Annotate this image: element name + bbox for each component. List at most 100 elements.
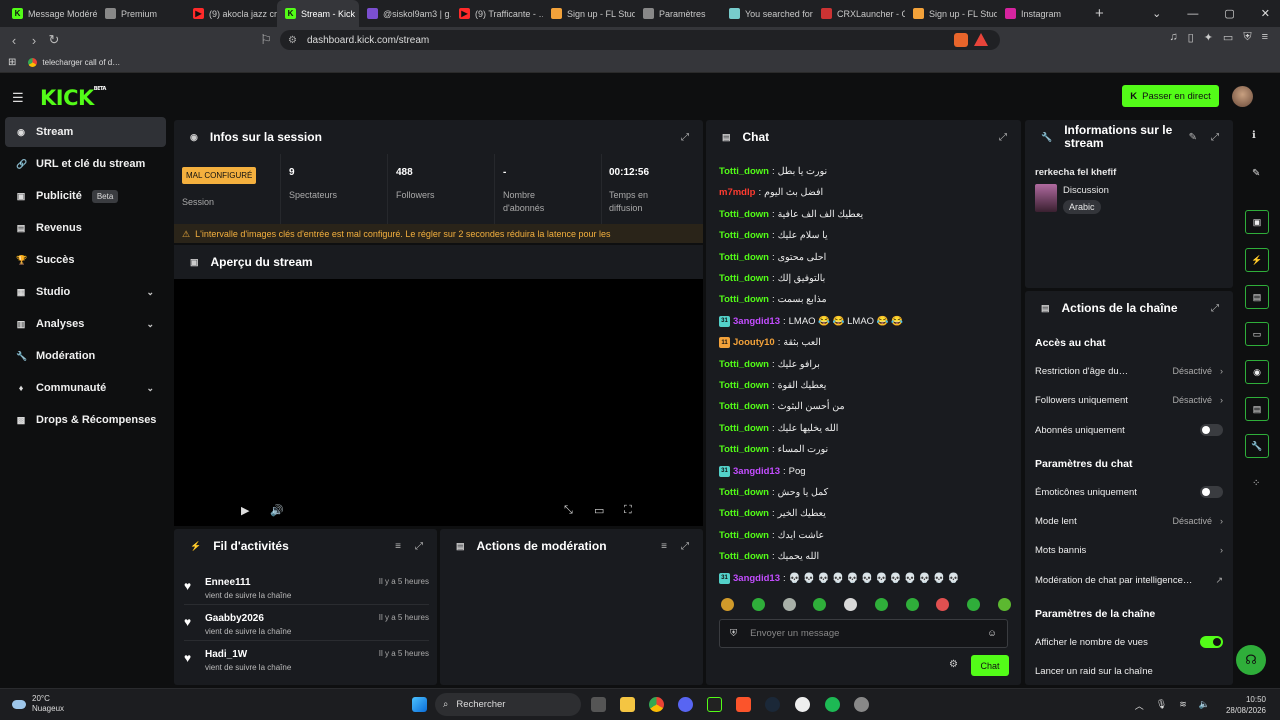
reload-icon[interactable]: ↻ (44, 32, 64, 48)
sidebar-item-analyses[interactable]: ▥ Analyses ⌄ (5, 309, 166, 339)
kick-logo[interactable]: KICKBETA (40, 86, 106, 110)
popout-icon[interactable]: ⤢ (681, 132, 689, 143)
filter-icon[interactable]: ≡ (395, 541, 401, 552)
apps-icon[interactable]: ⊞ (8, 57, 16, 68)
sidebar-item-revenus[interactable]: ▤ Revenus (5, 213, 166, 243)
emote-icon[interactable] (967, 598, 981, 611)
ai-moderation-row[interactable]: Modération de chat par intelligence… ↗ (1035, 570, 1223, 590)
popout-icon[interactable]: ⤢ (999, 132, 1007, 143)
chat-message[interactable]: Totti_down: بالتوفيق إلك (719, 273, 825, 284)
wallet-icon[interactable]: ▭ (1223, 31, 1233, 44)
popout-icon[interactable]: ⤢ (1211, 303, 1219, 314)
popout-icon[interactable]: ⤢ (681, 541, 689, 552)
rail-preview-button[interactable]: ▣ (1245, 210, 1269, 234)
maximize-icon[interactable]: ▢ (1224, 7, 1234, 20)
chat-message[interactable]: Totti_down: يعطيك الخير (719, 508, 826, 519)
forward-icon[interactable]: › (24, 33, 44, 48)
file-explorer-icon[interactable] (620, 697, 635, 712)
browser-tab[interactable]: Instagram (997, 0, 1087, 27)
chevron-up-icon[interactable]: ︿ (1135, 699, 1144, 712)
brave-icon[interactable] (736, 697, 751, 712)
emote-icon[interactable] (751, 598, 765, 611)
edit-icon[interactable]: ✎ (1189, 132, 1197, 143)
go-live-button[interactable]: K Passer en direct (1122, 85, 1219, 107)
minimize-icon[interactable]: — (1187, 8, 1198, 20)
chat-message[interactable]: Totti_down: كمل يا وحش (719, 487, 828, 498)
rail-moderation-button[interactable]: ▤ (1245, 285, 1269, 309)
play-icon[interactable]: ▶ (241, 504, 249, 517)
sidebar-icon[interactable]: ▯ (1188, 31, 1194, 44)
chat-message[interactable]: 31 3angdid13: 💀 💀 💀 💀 💀 💀 💀 💀 💀 💀 💀 💀 (719, 572, 960, 584)
theater-icon[interactable]: ▭ (594, 504, 604, 517)
chat-username[interactable]: 3angdid13 (733, 466, 780, 477)
back-icon[interactable]: ‹ (4, 33, 24, 48)
speaker-icon[interactable]: 🔈 (1199, 699, 1210, 712)
layout-icon[interactable]: ⁘ (1252, 478, 1260, 489)
popout-icon[interactable]: ⤢ (415, 541, 423, 552)
chat-username[interactable]: Totti_down (719, 487, 769, 498)
emote-icon[interactable] (997, 598, 1011, 611)
chat-username[interactable]: Totti_down (719, 209, 769, 220)
chat-message[interactable]: m7mdlp: افضل بث اليوم (719, 187, 823, 198)
rail-info-button[interactable]: 🔧 (1245, 434, 1269, 458)
app-icon[interactable] (795, 697, 810, 712)
nvidia-icon[interactable] (707, 697, 722, 712)
browser-tab[interactable]: ▶ (9) akocla jazz cr… (185, 0, 277, 27)
chat-username[interactable]: 3angdid13 (733, 573, 780, 584)
rail-chat-button[interactable]: ▭ (1245, 322, 1269, 346)
steam-icon[interactable] (765, 697, 780, 712)
browser-tab[interactable]: CRXLauncher - C… (813, 0, 905, 27)
age-restriction-row[interactable]: Restriction d'âge du… Désactivé › (1035, 361, 1223, 381)
chat-username[interactable]: Totti_down (719, 230, 769, 241)
chat-message[interactable]: 31 3angdid13: Pog (719, 465, 806, 477)
emote-icon[interactable] (844, 598, 858, 611)
emote-icon[interactable] (813, 598, 827, 611)
browser-tab[interactable]: ▶ (9) Trafficante - … (451, 0, 543, 27)
emote-icon[interactable] (782, 598, 796, 611)
bookmark-icon[interactable]: ⚐ (256, 32, 276, 48)
vpn-icon[interactable]: ⛨ (1243, 31, 1251, 44)
raid-row[interactable]: Lancer un raid sur la chaîne (1035, 661, 1223, 681)
chat-message[interactable]: Totti_down: احلى محتوى (719, 252, 826, 263)
wifi-icon[interactable]: ≋ (1179, 699, 1187, 712)
chat-message[interactable]: Totti_down: نورت المساء (719, 444, 828, 455)
browser-tab[interactable]: K Message Modéré… (4, 0, 97, 27)
discord-icon[interactable] (678, 697, 693, 712)
chat-message[interactable]: Totti_down: نورت يا بطل (719, 166, 827, 177)
browser-tab[interactable]: Sign up - FL Stud… (543, 0, 635, 27)
filter-icon[interactable]: ≡ (661, 541, 667, 552)
browser-tab[interactable]: @siskol9am3 | g… (359, 0, 451, 27)
windows-start-icon[interactable] (412, 697, 427, 712)
video-area[interactable] (174, 279, 703, 526)
banned-words-row[interactable]: Mots bannis › (1035, 540, 1223, 560)
media-icon[interactable]: ♫ (1169, 31, 1177, 44)
chat-username[interactable]: Totti_down (719, 530, 769, 541)
brave-rewards-icon[interactable] (974, 33, 988, 46)
settings-icon[interactable] (854, 697, 869, 712)
chat-message[interactable]: Totti_down: عاشت ايدك (719, 530, 824, 541)
subs-only-toggle[interactable] (1200, 424, 1223, 436)
emote-icon[interactable] (905, 598, 919, 611)
followers-only-row[interactable]: Followers uniquement Désactivé › (1035, 390, 1223, 410)
chat-message[interactable]: Totti_down: مذابع بسمت (719, 294, 827, 305)
avatar[interactable] (1232, 86, 1253, 107)
emote-icon[interactable] (721, 598, 734, 611)
chat-message[interactable]: 11 Joouty10: العب بثقة (719, 337, 821, 349)
activity-user[interactable]: Ennee111 (205, 577, 251, 588)
show-views-toggle[interactable] (1200, 636, 1223, 648)
tab-search-icon[interactable]: ⌄ (1152, 7, 1161, 20)
sidebar-item-studio[interactable]: ▦ Studio ⌄ (5, 277, 166, 307)
sidebar-item-succès[interactable]: 🏆 Succès (5, 245, 166, 275)
info-icon[interactable]: ℹ (1252, 130, 1256, 141)
browser-tab[interactable]: KStream - Kick✕ (277, 0, 359, 27)
browser-tab[interactable]: Sign up - FL Stud… (905, 0, 997, 27)
emote-icon[interactable] (936, 598, 950, 611)
bookmark-item[interactable]: telecharger call of d… (28, 58, 120, 67)
sidebar-item-drops-récompenses[interactable]: ▩ Drops & Récompenses (5, 405, 166, 435)
chat-username[interactable]: Totti_down (719, 273, 769, 284)
hamburger-menu-icon[interactable]: ☰ (12, 90, 24, 106)
sidebar-item-communauté[interactable]: ♦ Communauté ⌄ (5, 373, 166, 403)
spotify-icon[interactable] (825, 697, 840, 712)
sidebar-item-url-et-clé-du-stream[interactable]: 🔗 URL et clé du stream (5, 149, 166, 179)
support-icon[interactable]: ☊ (1236, 645, 1266, 675)
